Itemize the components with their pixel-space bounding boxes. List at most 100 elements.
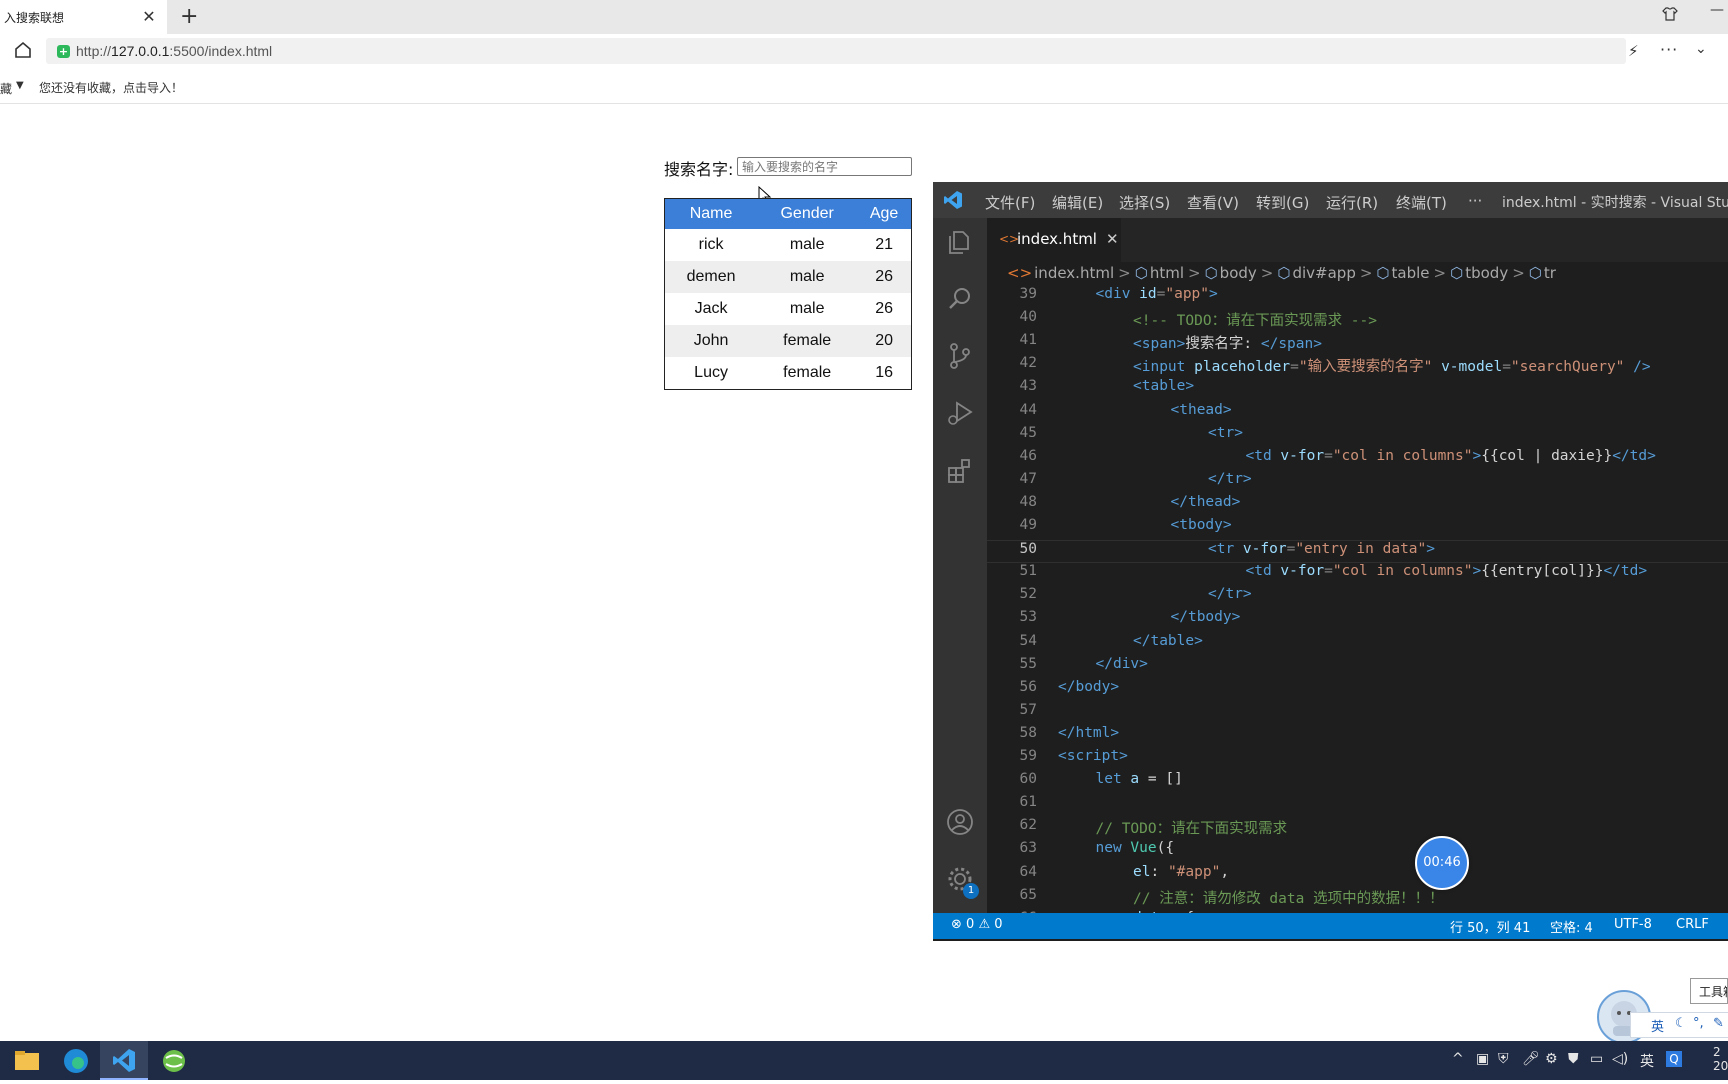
code-text: new Vue({ (1096, 840, 1175, 856)
more-icon[interactable]: ··· (1660, 40, 1678, 59)
code-line[interactable]: 47 </tr> (987, 471, 1728, 494)
code-line[interactable]: 41 <span>搜索名字: </span> (987, 332, 1728, 355)
bookmark-import-hint[interactable]: 您还没有收藏，点击导入！ (39, 79, 183, 96)
code-line[interactable]: 50 <tr v-for="entry in data"> (987, 540, 1728, 564)
code-line[interactable]: 65 // 注意：请勿修改 data 选项中的数据！！！ (987, 887, 1728, 910)
code-line[interactable]: 45 <tr> (987, 425, 1728, 448)
breadcrumb-item[interactable]: tr (1544, 264, 1556, 282)
bookmark-folder[interactable]: 藏 (0, 80, 12, 97)
source-control-icon[interactable] (945, 341, 975, 371)
vscode-taskbar-icon[interactable] (100, 1041, 148, 1080)
code-line[interactable]: 55 </div> (987, 656, 1728, 679)
qq-icon[interactable]: Q (1666, 1051, 1682, 1067)
tablet-icon[interactable]: ▣ (1476, 1051, 1489, 1067)
code-line[interactable]: 49 <tbody> (987, 517, 1728, 540)
recording-timer[interactable]: 00:46 (1415, 836, 1469, 890)
window-minimize-icon[interactable]: — (1710, 2, 1724, 18)
code-token: id (1139, 286, 1157, 302)
code-token: "app" (1165, 286, 1210, 302)
code-line[interactable]: 60 let a = [] (987, 771, 1728, 794)
breadcrumb-item[interactable]: table (1392, 264, 1430, 282)
eol-status[interactable]: CRLF (1676, 917, 1709, 932)
url-text[interactable]: http://127.0.0.1:5500/index.html (76, 43, 272, 59)
edge-browser-icon[interactable] (52, 1041, 100, 1080)
volume-icon[interactable]: ◁) (1612, 1051, 1628, 1067)
line-number: 45 (1019, 424, 1037, 441)
code-line[interactable]: 39 <div id="app"> (987, 286, 1728, 309)
code-line[interactable]: 48 </thead> (987, 494, 1728, 517)
cell-name: John (664, 325, 758, 357)
chevron-up-icon[interactable]: ^ (1452, 1051, 1464, 1067)
menu-more[interactable]: ··· (1468, 192, 1482, 210)
encoding-status[interactable]: UTF-8 (1614, 917, 1652, 932)
code-line[interactable]: 59 <script> (987, 748, 1728, 771)
toolbox-button[interactable]: 工具箱 (1690, 978, 1728, 1004)
tab-close-icon[interactable]: ✕ (140, 8, 158, 26)
file-explorer-icon[interactable] (2, 1041, 50, 1080)
run-debug-icon[interactable] (945, 398, 975, 428)
close-icon[interactable]: ✕ (1106, 230, 1119, 248)
breadcrumb-item[interactable]: index.html (1034, 264, 1114, 282)
extensions-icon[interactable] (945, 456, 975, 486)
url-field[interactable] (46, 38, 1626, 64)
code-token: </tbody> (1170, 609, 1241, 626)
code-line[interactable]: 46 <td v-for="col in columns">{{col | dax… (987, 448, 1728, 471)
network-icon[interactable]: ▭ (1590, 1051, 1603, 1067)
code-line[interactable]: 40 <!-- TODO：请在下面实现需求 --> (987, 309, 1728, 332)
ime-language[interactable]: 英 (1651, 1016, 1664, 1035)
moon-icon[interactable]: ☾ (1675, 1016, 1687, 1031)
home-icon[interactable] (14, 41, 32, 59)
chevron-down-icon[interactable]: ⌄ (1695, 41, 1707, 57)
code-line[interactable]: 56 </body> (987, 679, 1728, 702)
tool-icon[interactable]: ✎ (1713, 1016, 1724, 1031)
code-line[interactable]: 54 </table> (987, 633, 1728, 656)
shield-tray-icon[interactable]: ⛊ (1568, 1051, 1579, 1067)
menu-terminal[interactable]: 终端(T) (1396, 192, 1447, 213)
shirt-icon[interactable] (1662, 6, 1678, 26)
code-line[interactable]: 61 (987, 794, 1728, 817)
code-line[interactable]: 52 </tr> (987, 586, 1728, 609)
account-icon[interactable] (945, 807, 975, 837)
code-line[interactable]: 64 el: "#app", (987, 864, 1728, 887)
lightning-icon[interactable]: ⚡ (1628, 42, 1639, 60)
ime-toolbar[interactable]: 英 ☾ °, ✎ (1630, 1012, 1728, 1038)
punctuation-icon[interactable]: °, (1693, 1016, 1704, 1031)
code-line[interactable]: 53 </tbody> (987, 609, 1728, 632)
ime-indicator[interactable]: 英 (1640, 1051, 1654, 1071)
menu-selection[interactable]: 选择(S) (1119, 192, 1170, 213)
breadcrumb-item[interactable]: tbody (1465, 264, 1508, 282)
clock[interactable]: 2202 (1713, 1045, 1728, 1073)
problems-status[interactable]: ⊗ 0 ⚠ 0 (951, 917, 1003, 932)
code-line[interactable]: 51 <td v-for="col in columns">{{entry[col… (987, 563, 1728, 586)
explorer-icon[interactable] (945, 227, 975, 257)
search-icon[interactable] (945, 284, 975, 314)
new-tab-button[interactable]: + (180, 4, 198, 29)
microphone-icon[interactable]: 🎤︎ (1522, 1051, 1540, 1067)
caret-down-icon[interactable]: ▼ (16, 80, 24, 91)
code-line[interactable]: 62 // TODO：请在下面实现需求 (987, 817, 1728, 840)
cursor-position[interactable]: 行 50，列 41 (1450, 917, 1530, 936)
code-line[interactable]: 43 <table> (987, 378, 1728, 401)
indentation-status[interactable]: 空格: 4 (1550, 917, 1593, 936)
code-line[interactable]: 44 <thead> (987, 402, 1728, 425)
breadcrumb-item[interactable]: html (1150, 264, 1184, 282)
menu-file[interactable]: 文件(F) (985, 192, 1035, 213)
breadcrumb-item[interactable]: div#app (1292, 264, 1355, 282)
menu-edit[interactable]: 编辑(E) (1052, 192, 1103, 213)
element-icon: ⬡ (1528, 264, 1542, 282)
settings-tray-icon[interactable]: ⚙ (1545, 1051, 1558, 1067)
browser-taskbar-icon[interactable] (150, 1041, 198, 1080)
code-editor[interactable]: 39 <div id="app"> 40 <!-- TODO：请在下面实现需求 -->… (987, 286, 1728, 918)
code-text: <span>搜索名字: </span> (1133, 332, 1322, 353)
search-input[interactable] (737, 157, 912, 176)
security-icon[interactable]: ⛨ (1498, 1051, 1509, 1067)
menu-run[interactable]: 运行(R) (1326, 192, 1378, 213)
code-line[interactable]: 58 </html> (987, 725, 1728, 748)
menu-go[interactable]: 转到(G) (1256, 192, 1309, 213)
breadcrumb-item[interactable]: body (1220, 264, 1257, 282)
menu-view[interactable]: 查看(V) (1187, 192, 1239, 213)
code-line[interactable]: 42 <input placeholder="输入要搜索的名字" v-model=… (987, 355, 1728, 378)
code-line[interactable]: 57 (987, 702, 1728, 725)
code-line[interactable]: 63 new Vue({ (987, 840, 1728, 863)
code-token: = (1290, 359, 1299, 376)
